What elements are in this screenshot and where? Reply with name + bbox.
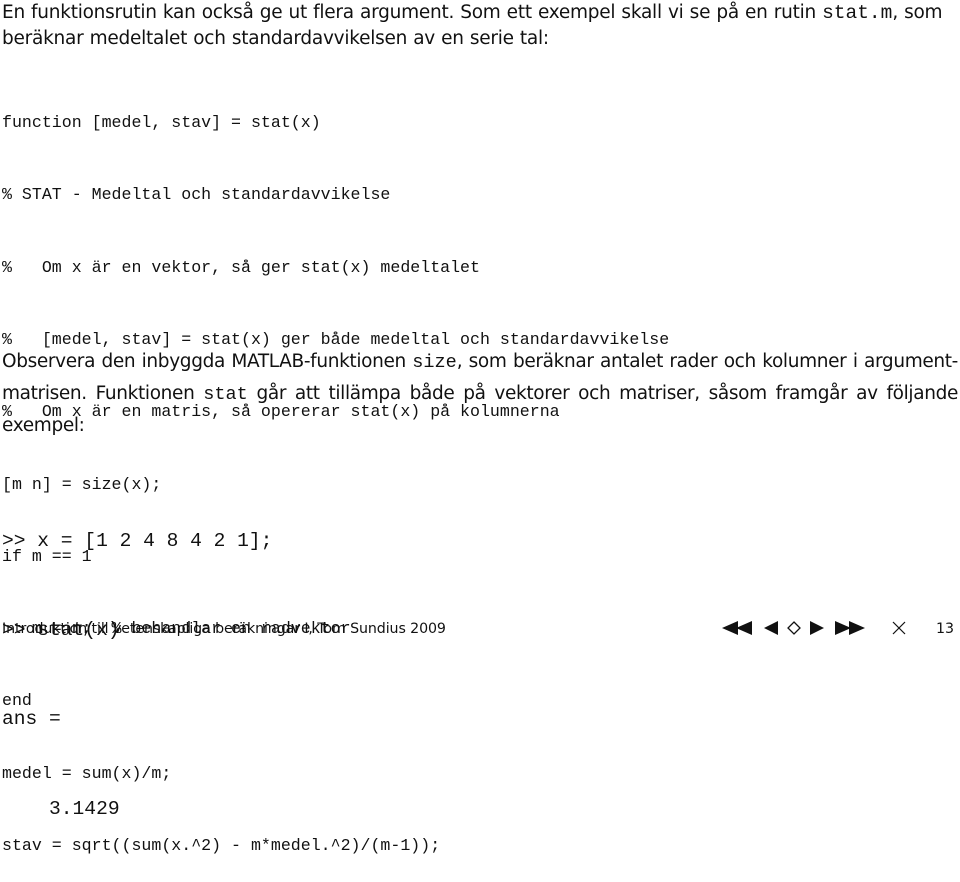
next-page-icon bbox=[810, 621, 824, 635]
first-page-icon bbox=[722, 621, 752, 635]
prev-page-icon bbox=[764, 621, 778, 635]
close-icon bbox=[892, 621, 906, 635]
observe-code-size: size bbox=[412, 352, 457, 373]
first-page-button[interactable] bbox=[722, 619, 754, 637]
session-line: >> x = [1 2 4 8 4 2 1]; bbox=[2, 529, 273, 552]
session-line: 3.1429 bbox=[2, 797, 120, 820]
code-line: % Om x är en vektor, så ger stat(x) mede… bbox=[2, 257, 480, 277]
code-line: function [medel, stav] = stat(x) bbox=[2, 113, 321, 133]
back-icon bbox=[787, 621, 801, 635]
intro-text-before: En funktionsrutin kan också ge ut flera … bbox=[2, 2, 823, 23]
session-line: ans = bbox=[2, 708, 61, 731]
close-button[interactable] bbox=[892, 619, 906, 637]
next-page-button[interactable] bbox=[810, 619, 824, 637]
last-page-icon bbox=[835, 621, 865, 635]
prev-page-button[interactable] bbox=[764, 619, 778, 637]
footer-title: Introduktion till vetenskapliga beräknin… bbox=[2, 621, 446, 637]
observation-paragraph: Observera den inbyggda MATLAB-funktionen… bbox=[2, 346, 958, 441]
slide-navigation bbox=[722, 619, 906, 637]
last-page-button[interactable] bbox=[835, 619, 865, 637]
observe-code-stat: stat bbox=[203, 384, 248, 405]
page-number: 13 bbox=[935, 621, 954, 637]
back-button[interactable] bbox=[787, 619, 801, 637]
code-line: % STAT - Medeltal och standardavvikelse bbox=[2, 185, 391, 205]
intro-code-name: stat.m bbox=[822, 2, 893, 24]
observe-text-1: Observera den inbyggda MATLAB-funktionen bbox=[2, 351, 413, 372]
matlab-session: >> x = [1 2 4 8 4 2 1]; >> stat(x) ans =… bbox=[2, 467, 272, 854]
intro-paragraph: En funktionsrutin kan också ge ut flera … bbox=[2, 0, 958, 51]
